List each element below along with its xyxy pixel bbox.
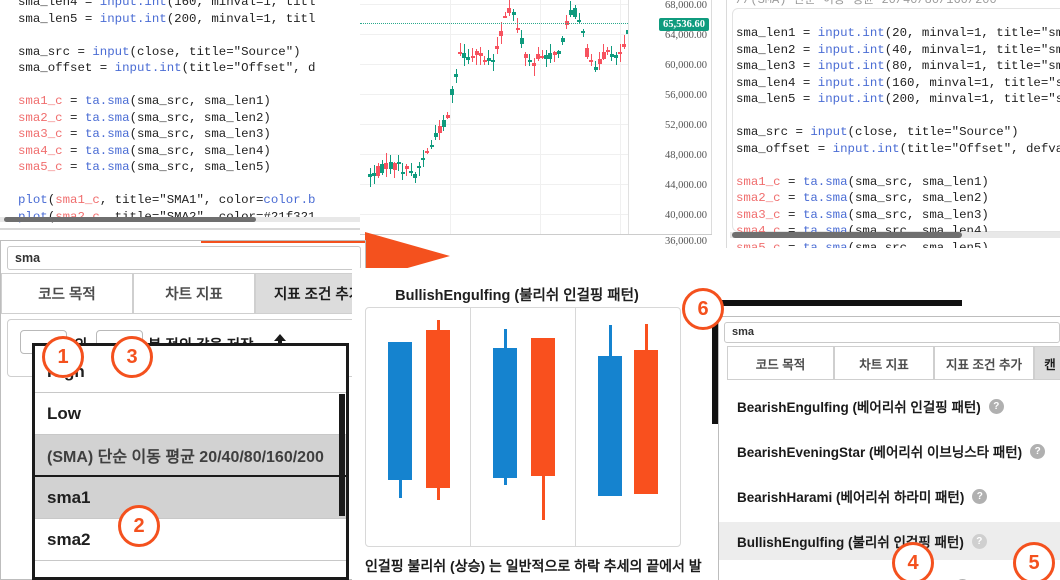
help-icon[interactable]: ? — [1030, 443, 1046, 459]
dropdown-scrollbar[interactable] — [339, 394, 345, 516]
right-code-scroll-thumb[interactable] — [732, 232, 962, 238]
price-tick-label: 48,000.00 — [665, 150, 707, 161]
pattern-list-item-5[interactable]: BullishHarami (불리쉬 하라미 패턴)? — [719, 567, 1060, 580]
price-tick-label: 36,000.00 — [665, 236, 707, 247]
pattern-list-item-3[interactable]: BearishHarami (베어리쉬 하라미 패턴)? — [719, 477, 1060, 515]
chart-plot-area[interactable] — [360, 0, 628, 234]
price-tick-label: 56,000.00 — [665, 90, 707, 101]
pattern-cell-2 — [471, 308, 576, 546]
price-chart-panel[interactable]: 68,000.00 64,000.00 60,000.00 56,000.00 52,0… — [360, 0, 732, 248]
left-code-text: sma_len4 = input.int(160, minval=1, titl… — [18, 0, 316, 224]
right-tab-4[interactable]: 캔 — [1034, 346, 1060, 380]
pattern-candle — [531, 308, 555, 546]
step-badge-6: 6 — [682, 288, 724, 330]
price-tick-label: 44,000.00 — [665, 180, 707, 191]
pattern-list-item-2[interactable]: BearishEveningStar (베어리쉬 이브닝스타 패턴)? — [719, 432, 1060, 470]
pattern-preview-card: BullishEngulfing (불리쉬 인걸핑 패턴) 인걸핑 불리쉬 (상… — [352, 268, 704, 580]
pattern-candle — [634, 308, 658, 546]
pattern-cell-3 — [576, 308, 680, 546]
right-app-window[interactable]: sma 코드 목적 차트 지표 지표 조건 추가 캔 BearishEngulfing… — [718, 316, 1060, 580]
screenshot-stage: sma_len4 = input.int(160, minval=1, titl… — [0, 0, 1060, 580]
pattern-list-item-label: BearishEveningStar (베어리쉬 이브닝스타 패턴) — [737, 445, 1023, 460]
window-top-edge-shadow — [712, 300, 962, 306]
pattern-candle-diagram — [365, 307, 681, 547]
chart-current-price-line — [360, 23, 628, 24]
left-tab-bar[interactable]: 코드 목적 차트 지표 지표 조건 추가 — [1, 273, 365, 314]
left-code-scroll-thumb[interactable] — [4, 217, 256, 222]
pattern-list-item-4[interactable]: BullishEngulfing (불리쉬 인걸핑 패턴)? — [719, 522, 1060, 560]
pattern-candle — [598, 308, 622, 546]
arrow-tail-overlap — [201, 241, 365, 243]
pattern-list-item-1[interactable]: BearishEngulfing (베어리쉬 인걸핑 패턴)? — [719, 387, 1060, 425]
pattern-candle — [388, 308, 412, 546]
search-input-value: sma — [15, 251, 41, 265]
chart-price-scale[interactable]: 68,000.00 64,000.00 60,000.00 56,000.00 52,0… — [629, 0, 711, 247]
right-code-text: //(SMA) 단순 이동 평균 20/40/80/160/200 sma_le… — [736, 0, 1060, 248]
tab-2[interactable]: 차트 지표 — [133, 273, 255, 314]
step-badge-5: 5 — [1013, 542, 1055, 580]
step-badge-3: 3 — [111, 336, 153, 378]
right-code-editor[interactable]: strategy("sma 전략", overlay=true, initial… — [712, 0, 1060, 248]
pattern-title: BullishEngulfing (불리쉬 인걸핑 패턴) — [395, 288, 639, 304]
right-tab-2[interactable]: 차트 지표 — [834, 346, 934, 380]
pattern-description: 인걸핑 불리쉬 (상승) 는 일반적으로 하락 추세의 끝에서 발 — [365, 558, 702, 574]
price-tick-label: 52,000.00 — [665, 120, 707, 131]
step-badge-1: 1 — [42, 336, 84, 378]
right-tab-1[interactable]: 코드 목적 — [727, 346, 834, 380]
price-tick-label: 40,000.00 — [665, 210, 707, 221]
tab-1[interactable]: 코드 목적 — [1, 273, 133, 314]
pattern-list-item-label: BearishEngulfing (베어리쉬 인걸핑 패턴) — [737, 400, 981, 415]
right-search-input-value: sma — [732, 326, 755, 338]
left-code-bottom-edge — [0, 228, 360, 230]
right-search-input[interactable]: sma — [724, 322, 1060, 343]
price-tick-label: 60,000.00 — [665, 60, 707, 71]
pattern-candle — [493, 308, 517, 546]
pattern-list-item-label: BullishEngulfing (불리쉬 인걸핑 패턴) — [737, 535, 964, 550]
help-icon[interactable]: ? — [988, 398, 1004, 414]
help-icon[interactable]: ? — [971, 533, 987, 549]
right-tab-3[interactable]: 지표 조건 추가 — [934, 346, 1034, 380]
search-input[interactable]: sma — [7, 246, 361, 270]
step-badge-4: 4 — [892, 542, 934, 580]
right-code-gutter — [712, 0, 727, 248]
tab-3[interactable]: 지표 조건 추가 — [255, 273, 365, 314]
pattern-cell-1 — [366, 308, 471, 546]
price-tick-label: 68,000.00 — [665, 0, 707, 11]
right-tab-bar[interactable]: 코드 목적 차트 지표 지표 조건 추가 캔 — [719, 346, 1060, 380]
pattern-list[interactable]: BearishEngulfing (베어리쉬 인걸핑 패턴)? BearishEv… — [719, 381, 1060, 580]
dropdown-item-4[interactable]: sma1 — [35, 477, 346, 519]
dropdown-item-5[interactable]: sma2 — [35, 519, 346, 561]
pattern-list-item-label: BearishHarami (베어리쉬 하라미 패턴) — [737, 490, 965, 505]
source-dropdown-list[interactable]: HighLow(SMA) 단순 이동 평균 20/40/80/160/200sm… — [32, 343, 349, 580]
dropdown-item-2[interactable]: Low — [35, 393, 346, 435]
current-price-badge: 65,536.60 — [659, 18, 709, 31]
pattern-candle — [426, 308, 450, 546]
left-code-editor[interactable]: sma_len4 = input.int(160, minval=1, titl… — [0, 0, 360, 238]
price-tick-label: 64,000.00 — [665, 30, 707, 41]
dropdown-item-3[interactable]: (SMA) 단순 이동 평균 20/40/80/160/200 — [35, 435, 346, 477]
help-icon[interactable]: ? — [972, 488, 988, 504]
step-badge-2: 2 — [118, 505, 160, 547]
